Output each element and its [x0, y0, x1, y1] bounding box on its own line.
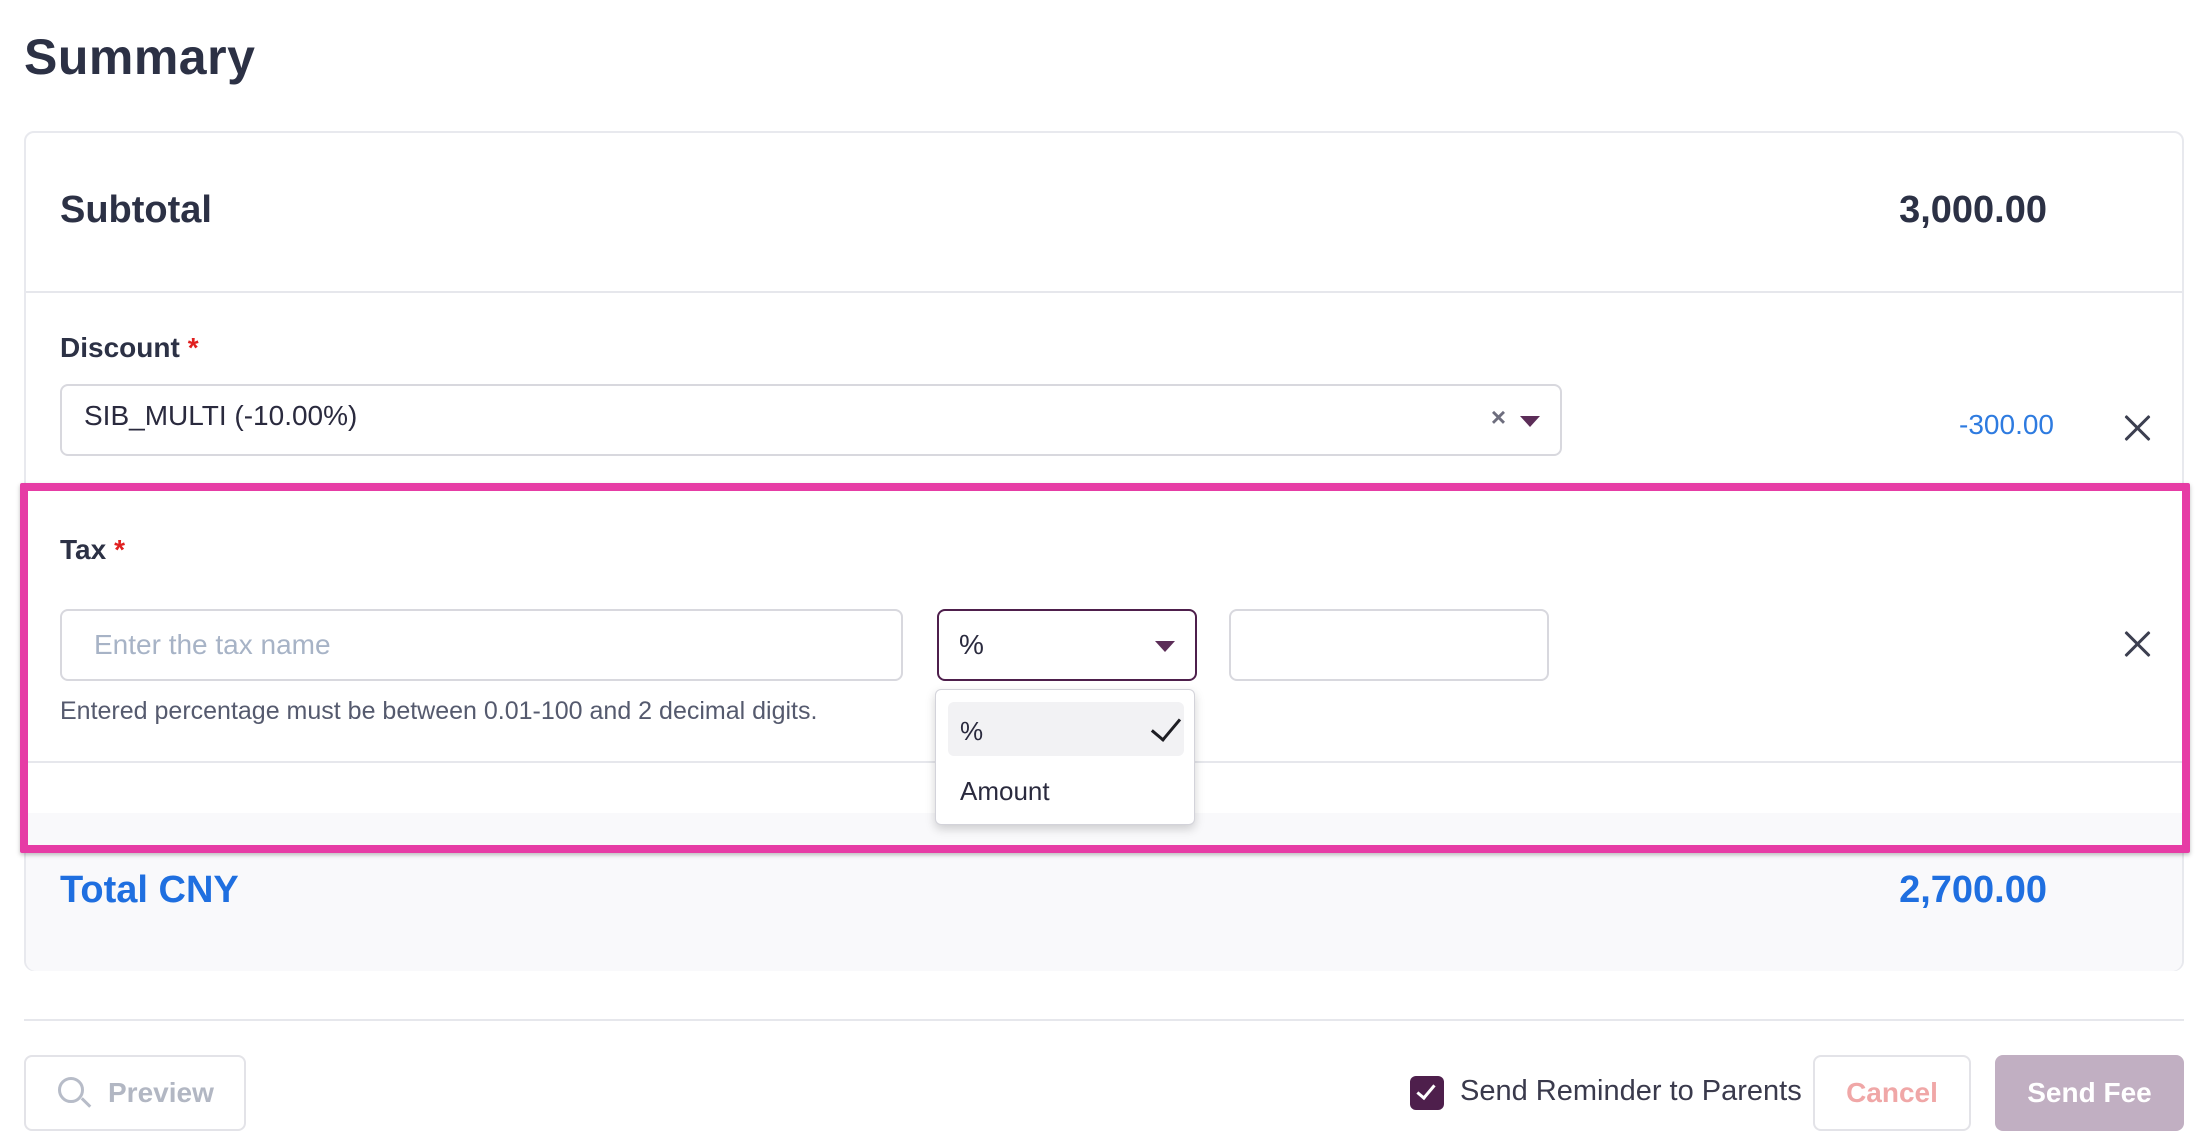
subtotal-row: Subtotal 3,000.00: [26, 133, 2182, 293]
discount-label-text: Discount: [60, 332, 180, 363]
discount-select[interactable]: SIB_MULTI (-10.00%) ×: [60, 384, 1562, 456]
tax-value-input[interactable]: [1229, 609, 1549, 681]
total-row: [26, 813, 2182, 971]
dropdown-option-amount[interactable]: Amount: [948, 762, 1184, 816]
total-value: 2,700.00: [1899, 869, 2047, 911]
discount-selected-value: SIB_MULTI (-10.00%): [84, 400, 358, 431]
summary-card: Subtotal 3,000.00 Discount * SIB_MULTI (-…: [24, 131, 2184, 971]
subtotal-value: 3,000.00: [1899, 189, 2047, 231]
tax-label: Tax *: [60, 534, 125, 566]
chevron-down-icon[interactable]: [1520, 416, 1540, 427]
preview-button[interactable]: Preview: [24, 1055, 246, 1131]
cancel-button[interactable]: Cancel: [1813, 1055, 1971, 1131]
tax-type-dropdown-menu: % Amount: [935, 689, 1195, 825]
chevron-down-icon[interactable]: [1155, 641, 1175, 652]
checkmark-icon: [1416, 1079, 1436, 1101]
required-marker: *: [114, 534, 126, 565]
reminder-checkbox[interactable]: [1410, 1076, 1444, 1110]
option-label: Amount: [960, 776, 1050, 806]
remove-tax-icon[interactable]: [2120, 627, 2154, 661]
search-icon: [58, 1077, 92, 1108]
clear-icon[interactable]: ×: [1491, 402, 1506, 433]
footer-divider: [24, 1019, 2184, 1021]
remove-discount-icon[interactable]: [2120, 411, 2154, 445]
page-title: Summary: [24, 29, 256, 85]
preview-label: Preview: [108, 1077, 214, 1108]
required-marker: *: [187, 332, 199, 363]
discount-label: Discount *: [60, 332, 199, 364]
option-label: %: [960, 716, 984, 746]
tax-label-text: Tax: [60, 534, 107, 565]
tax-type-select[interactable]: %: [937, 609, 1197, 681]
check-icon: [1150, 710, 1182, 742]
dropdown-option-percent[interactable]: %: [948, 702, 1184, 756]
send-fee-button[interactable]: Send Fee: [1995, 1055, 2184, 1131]
total-label: Total CNY: [60, 869, 239, 911]
tax-help-text: Entered percentage must be between 0.01-…: [60, 697, 818, 725]
tax-type-selected: %: [959, 629, 984, 660]
tax-name-input[interactable]: [60, 609, 903, 681]
discount-amount: -300.00: [1959, 409, 2054, 440]
reminder-label[interactable]: Send Reminder to Parents: [1460, 1075, 1802, 1108]
subtotal-label: Subtotal: [60, 189, 212, 231]
